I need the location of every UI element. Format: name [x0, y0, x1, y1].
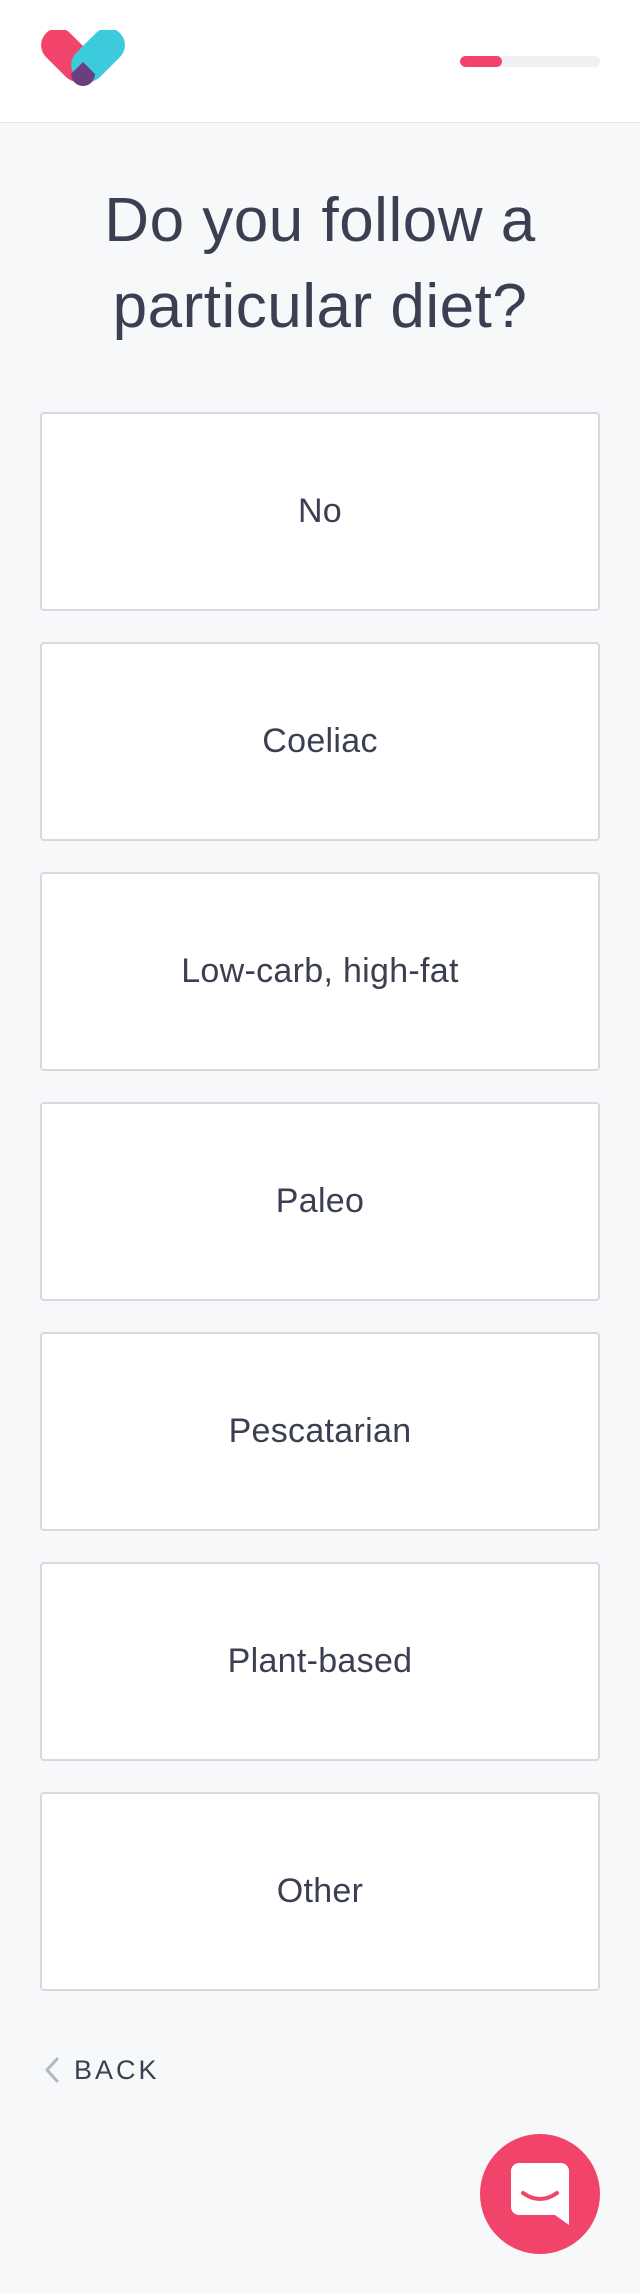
option-other[interactable]: Other: [40, 1792, 600, 1991]
option-label: Other: [276, 1872, 364, 1910]
chat-button[interactable]: [480, 2134, 600, 2254]
progress-fill: [460, 56, 502, 67]
option-label: Coeliac: [262, 722, 378, 760]
question-title: Do you follow a particular diet?: [104, 186, 536, 341]
option-plant-based[interactable]: Plant-based: [40, 1562, 600, 1761]
header: [0, 0, 640, 123]
option-label: Low-carb, high-fat: [181, 952, 459, 990]
option-no[interactable]: No: [40, 412, 600, 611]
option-label: Pescatarian: [228, 1412, 412, 1450]
option-pescatarian[interactable]: Pescatarian: [40, 1332, 600, 1531]
progress-bar: [460, 56, 600, 67]
options-list: No Coeliac Low-carb, high-fat Paleo Pesc…: [40, 412, 600, 2022]
chat-bubble-icon: [511, 2163, 569, 2225]
heart-pill-logo-icon[interactable]: [37, 30, 129, 96]
back-label: BACK: [74, 2054, 160, 2085]
option-label: No: [297, 492, 343, 530]
option-paleo[interactable]: Paleo: [40, 1102, 600, 1301]
option-label: Plant-based: [227, 1642, 413, 1680]
chevron-left-icon: [45, 2057, 59, 2083]
option-label: Paleo: [275, 1182, 365, 1220]
option-low-carb-high-fat[interactable]: Low-carb, high-fat: [40, 872, 600, 1071]
back-button[interactable]: BACK: [44, 2050, 160, 2090]
option-coeliac[interactable]: Coeliac: [40, 642, 600, 841]
